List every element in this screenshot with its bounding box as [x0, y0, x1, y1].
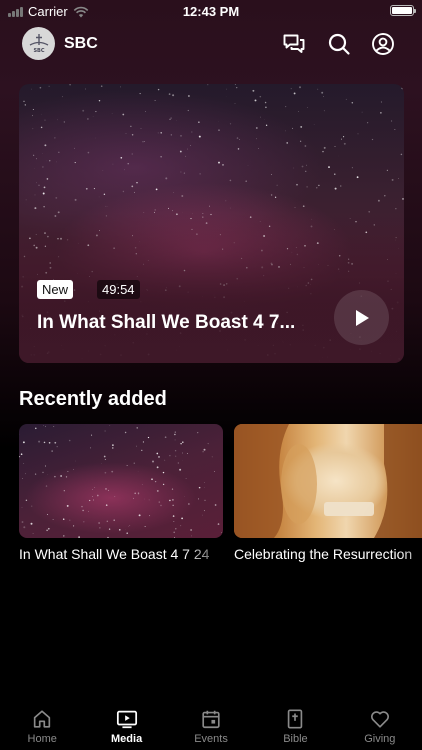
play-icon: [355, 309, 369, 326]
tab-bible[interactable]: Bible: [253, 700, 337, 750]
tab-label: Media: [111, 733, 143, 745]
tomb-image: [234, 424, 422, 538]
tab-label: Giving: [364, 733, 396, 745]
tab-events[interactable]: Events: [169, 700, 253, 750]
tab-home[interactable]: Home: [0, 700, 84, 750]
app-header: SBC SBC: [0, 22, 422, 66]
new-badge: New: [37, 280, 74, 299]
logo-text: SBC: [33, 48, 44, 54]
heart-icon: [370, 711, 389, 728]
status-time: 12:43 PM: [182, 4, 240, 19]
home-icon: [34, 710, 51, 728]
tab-bar: Home Media Events Bible Giving: [0, 700, 422, 750]
media-thumbnail: [19, 424, 223, 538]
battery-icon: [390, 5, 416, 16]
app-screen: Carrier 12:43 PM SBC SBC New 49:54 In Wh…: [0, 0, 422, 750]
media-title: In What Shall We Boast 4 7 24: [19, 546, 210, 562]
account-icon[interactable]: [371, 32, 395, 56]
search-icon[interactable]: [327, 32, 351, 56]
starfield-thumbnail: [19, 425, 223, 538]
media-card[interactable]: Celebrating the Resurrection: [234, 424, 422, 562]
duration-badge: 49:54: [97, 280, 140, 299]
bible-icon: [288, 709, 303, 729]
tab-label: Bible: [283, 733, 308, 745]
media-title: Celebrating the Resurrection: [234, 546, 413, 562]
status-bar: Carrier 12:43 PM: [0, 0, 422, 22]
tab-giving[interactable]: Giving: [338, 700, 422, 750]
church-logo[interactable]: SBC: [22, 27, 55, 60]
tab-label: Home: [27, 733, 57, 745]
featured-title: In What Shall We Boast 4 7...: [37, 312, 296, 333]
media-thumbnail: [234, 424, 422, 538]
calendar-icon: [202, 710, 220, 729]
section-title-recently-added: Recently added: [19, 388, 167, 410]
church-name: SBC: [64, 35, 98, 52]
featured-media-card[interactable]: New 49:54 In What Shall We Boast 4 7...: [19, 84, 404, 363]
tab-media[interactable]: Media: [84, 700, 168, 750]
logo-mark-icon: SBC: [29, 33, 48, 54]
play-button[interactable]: [334, 290, 389, 345]
chat-icon[interactable]: [282, 32, 306, 56]
media-card[interactable]: In What Shall We Boast 4 7 24: [19, 424, 223, 562]
media-icon: [116, 710, 137, 729]
tab-label: Events: [194, 733, 228, 745]
